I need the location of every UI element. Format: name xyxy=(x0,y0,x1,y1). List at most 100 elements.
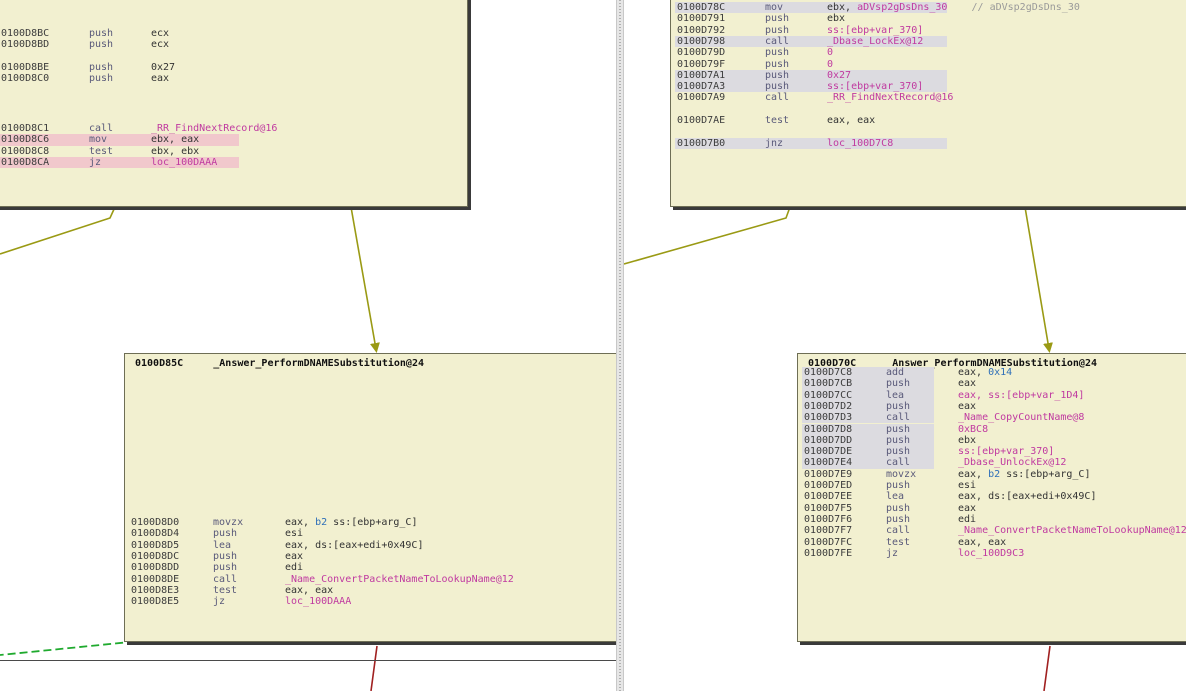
asm-address[interactable]: 0100D792 xyxy=(677,25,725,36)
asm-address[interactable]: 0100D8BC xyxy=(1,28,49,39)
code-block-right-top[interactable]: 0100D78C mov ebx, aDVsp2gDsDns_30 // aDVsp… xyxy=(670,0,1186,207)
code-block-left-top[interactable]: 0100D8BC push ecx 0100D8BD push ecx 0100D8BE pu… xyxy=(0,0,468,207)
pane-splitter[interactable] xyxy=(616,0,624,691)
asm-operand-token[interactable]: ss:[ebp+var_370] xyxy=(958,446,1054,457)
asm-line[interactable]: 0100D7F5 push eax xyxy=(804,503,1186,514)
asm-address[interactable]: 0100D7B0 xyxy=(677,138,725,149)
asm-mnemonic[interactable]: call xyxy=(886,457,910,468)
asm-operand-token[interactable]: eax, ss:[ebp+var_1D4] xyxy=(958,390,1084,401)
asm-operands[interactable]: edi xyxy=(958,514,976,525)
asm-address[interactable]: 0100D8C0 xyxy=(1,73,49,84)
asm-mnemonic[interactable]: push xyxy=(886,401,910,412)
asm-operands[interactable]: 0xBC8 xyxy=(958,424,988,435)
asm-line[interactable]: 0100D7A9 call _RR_FindNextRecord@16 xyxy=(677,92,1186,103)
asm-operands[interactable]: 0x27 xyxy=(151,62,175,73)
asm-operands[interactable]: _Name_ConvertPacketNameToLookupName@12 xyxy=(958,525,1186,536)
asm-mnemonic[interactable]: push xyxy=(765,59,789,70)
asm-operands[interactable]: eax, ds:[eax+edi+0x49C] xyxy=(285,540,423,551)
asm-operand-token[interactable]: ss:[ebp+var_370] xyxy=(827,25,923,36)
asm-mnemonic[interactable]: jz xyxy=(886,548,898,559)
asm-operands[interactable]: ebx, aDVsp2gDsDns_30 // aDVsp2gDsDns_30 xyxy=(827,2,1080,13)
asm-operands[interactable]: _Dbase_UnlockEx@12 xyxy=(958,457,1066,468)
asm-operand-token[interactable]: _Dbase_LockEx@12 xyxy=(827,36,923,47)
asm-address[interactable]: 0100D8BD xyxy=(1,39,49,50)
asm-mnemonic[interactable]: call xyxy=(213,574,237,585)
asm-operand-token[interactable]: loc_100D7C8 xyxy=(827,138,893,149)
asm-line[interactable]: 0100D8BD push ecx xyxy=(1,39,461,50)
asm-address[interactable]: 0100D8DE xyxy=(131,574,179,585)
code-block-left-bottom[interactable]: 0100D85C _Answer_PerformDNAMESubstitutio… xyxy=(124,353,616,642)
asm-operands[interactable]: ecx xyxy=(151,28,169,39)
asm-line[interactable]: 0100D79D push 0 xyxy=(677,47,1186,58)
asm-operand-token[interactable]: _Name_ConvertPacketNameToLookupName@12 xyxy=(285,574,514,585)
asm-mnemonic[interactable]: call xyxy=(886,412,910,423)
asm-line[interactable]: 0100D8BE push 0x27 xyxy=(1,62,461,73)
asm-mnemonic[interactable]: push xyxy=(89,39,113,50)
asm-mnemonic[interactable]: lea xyxy=(213,540,231,551)
asm-line[interactable]: 0100D7B0 jnz loc_100D7C8 xyxy=(675,137,1186,149)
asm-operand-token[interactable]: loc_100D9C3 xyxy=(958,548,1024,559)
asm-operands[interactable]: 0 xyxy=(827,47,833,58)
asm-operands[interactable]: 0x27 xyxy=(827,70,851,81)
asm-line[interactable]: 0100D79F push 0 xyxy=(677,59,1186,70)
asm-operands[interactable]: eax, b2 ss:[ebp+arg_C] xyxy=(958,469,1090,480)
asm-line[interactable]: 0100D8BC push ecx xyxy=(1,28,461,39)
asm-operands[interactable]: _Name_ConvertPacketNameToLookupName@12 xyxy=(285,574,514,585)
asm-mnemonic[interactable]: push xyxy=(886,503,910,514)
asm-line[interactable]: 0100D7DE push ss:[ebp+var_370] xyxy=(802,446,1186,458)
asm-operands[interactable]: ebx xyxy=(827,13,845,24)
asm-operands[interactable]: ss:[ebp+var_370] xyxy=(827,25,923,36)
asm-address[interactable]: 0100D7A1 xyxy=(677,70,725,81)
graph-pane-right[interactable]: 0100D78C mov ebx, aDVsp2gDsDns_30 // aDVsp… xyxy=(624,0,1186,691)
asm-address[interactable]: 0100D8D4 xyxy=(131,528,179,539)
asm-address[interactable]: 0100D7D3 xyxy=(804,412,852,423)
asm-address[interactable]: 0100D7FC xyxy=(804,537,852,548)
asm-address[interactable]: 0100D7A3 xyxy=(677,81,725,92)
asm-operands[interactable]: _Dbase_LockEx@12 xyxy=(827,36,923,47)
asm-address[interactable]: 0100D7CC xyxy=(804,390,852,401)
asm-address[interactable]: 0100D7F5 xyxy=(804,503,852,514)
asm-operand-token[interactable]: ss:[ebp+var_370] xyxy=(827,81,923,92)
asm-line[interactable]: 0100D7DD push ebx xyxy=(802,434,1186,447)
asm-mnemonic[interactable]: movzx xyxy=(886,469,916,480)
asm-operands[interactable]: eax xyxy=(958,401,976,412)
asm-operand-token[interactable]: loc_100DAAA xyxy=(285,596,351,607)
asm-address[interactable]: 0100D8D0 xyxy=(131,517,179,528)
asm-operand-token[interactable]: _Name_CopyCountName@8 xyxy=(958,412,1084,423)
asm-address[interactable]: 0100D7F6 xyxy=(804,514,852,525)
asm-line[interactable]: 0100D8D4 push esi xyxy=(131,528,611,539)
asm-mnemonic[interactable]: jnz xyxy=(765,138,783,149)
asm-mnemonic[interactable]: lea xyxy=(886,491,904,502)
asm-operands[interactable]: ebx, eax xyxy=(151,134,199,145)
asm-mnemonic[interactable]: call xyxy=(89,123,113,134)
asm-line[interactable]: 0100D8C6 mov ebx, eax xyxy=(0,134,461,146)
asm-address[interactable]: 0100D791 xyxy=(677,13,725,24)
asm-line[interactable]: 0100D8DE call _Name_ConvertPacketNameToLoo… xyxy=(131,574,611,585)
asm-operands[interactable]: edi xyxy=(285,562,303,573)
asm-address[interactable]: 0100D7E9 xyxy=(804,469,852,480)
asm-operands[interactable]: loc_100D9C3 xyxy=(958,548,1024,559)
asm-mnemonic[interactable]: push xyxy=(765,25,789,36)
asm-operands[interactable]: eax, eax xyxy=(285,585,333,596)
asm-mnemonic[interactable]: push xyxy=(765,81,789,92)
asm-line[interactable]: 0100D8C0 push eax xyxy=(1,73,461,84)
asm-mnemonic[interactable]: call xyxy=(765,92,789,103)
asm-operands[interactable]: _RR_FindNextRecord@16 xyxy=(151,123,277,134)
asm-mnemonic[interactable]: push xyxy=(886,514,910,525)
asm-mnemonic[interactable]: push xyxy=(213,528,237,539)
asm-mnemonic[interactable]: push xyxy=(213,551,237,562)
asm-line[interactable]: 0100D7E9 movzx eax, b2 ss:[ebp+arg_C] xyxy=(804,469,1186,480)
asm-mnemonic[interactable]: lea xyxy=(886,390,904,401)
asm-line[interactable]: 0100D7F7 call _Name_ConvertPacketNameToLoo… xyxy=(804,525,1186,536)
asm-line[interactable]: 0100D7F6 push edi xyxy=(804,514,1186,525)
asm-operand-token[interactable]: 0xBC8 xyxy=(958,424,988,435)
asm-operands[interactable]: loc_100DAAA xyxy=(151,157,217,168)
asm-address[interactable]: 0100D8DD xyxy=(131,562,179,573)
asm-mnemonic[interactable]: push xyxy=(89,28,113,39)
asm-operand-token[interactable]: 0 xyxy=(827,59,833,70)
asm-line[interactable]: 0100D7A1 push 0x27 xyxy=(675,69,1186,82)
asm-operands[interactable]: eax, eax xyxy=(958,537,1006,548)
graph-pane-left[interactable]: 0100D8BC push ecx 0100D8BD push ecx 0100D8BE pu… xyxy=(0,0,616,691)
asm-line[interactable]: 0100D7E4 call _Dbase_UnlockEx@12 xyxy=(802,457,1186,469)
asm-address[interactable]: 0100D7ED xyxy=(804,480,852,491)
